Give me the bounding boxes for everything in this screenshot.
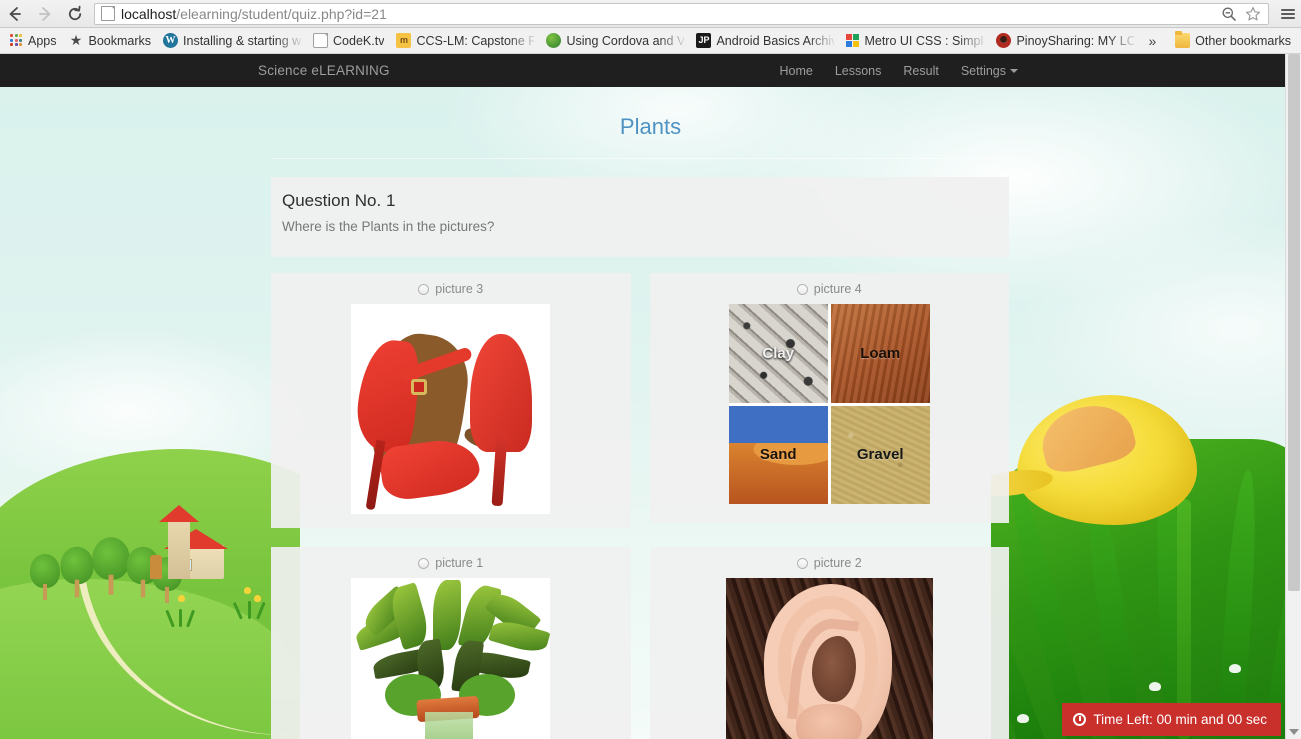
status-badge-time-left: Time Left: 00 min and 00 sec bbox=[1062, 703, 1281, 736]
bookmark-metro-ui-css[interactable]: Metro UI CSS : Simple bbox=[840, 30, 990, 52]
bookmark-using-cordova[interactable]: Using Cordova and Vi bbox=[540, 30, 690, 52]
quiz-page: Science eLEARNING Home Lessons Result Se… bbox=[0, 54, 1301, 739]
bookmark-ccs-lm-capstone[interactable]: m CCS-LM: Capstone Pro bbox=[390, 30, 540, 52]
soil-quadrant-sand: Sand bbox=[728, 405, 828, 504]
bookmark-pinoysharing[interactable]: PinoySharing: MY LOV bbox=[990, 30, 1140, 52]
page-icon bbox=[101, 6, 115, 21]
bookmark-bookmarks[interactable]: ★ Bookmarks bbox=[63, 30, 158, 52]
bookmarks-bar: Apps ★ Bookmarks W Installing & starting… bbox=[0, 28, 1301, 54]
page-scrollbar[interactable] bbox=[1285, 54, 1301, 739]
choice-image-potted-croton-plant[interactable] bbox=[351, 578, 551, 739]
choice-image-human-ear-closeup[interactable] bbox=[725, 578, 933, 739]
bookmark-apps[interactable]: Apps bbox=[4, 30, 63, 52]
scroll-down-arrow-icon[interactable] bbox=[1289, 729, 1299, 735]
choice-label-picture-1[interactable]: picture 1 bbox=[418, 556, 483, 570]
reload-icon[interactable] bbox=[60, 0, 90, 28]
soil-quadrant-loam: Loam bbox=[830, 304, 930, 403]
nav-link-result[interactable]: Result bbox=[903, 64, 938, 78]
question-panel: Question No. 1 Where is the Plants in th… bbox=[271, 177, 1009, 257]
question-number: Question No. 1 bbox=[282, 191, 396, 210]
question-text: Where is the Plants in the pictures? bbox=[282, 219, 495, 234]
bookmark-other-bookmarks[interactable]: Other bookmarks bbox=[1169, 30, 1297, 52]
radio-button-picture-2[interactable] bbox=[796, 557, 808, 569]
zoom-out-icon[interactable] bbox=[1218, 4, 1240, 24]
metro-tiles-icon bbox=[846, 34, 860, 47]
choices-grid: picture 3 picture 4 Clay Loam Sand Grave… bbox=[271, 273, 1009, 739]
forward-arrow-icon[interactable] bbox=[30, 0, 60, 28]
address-bar[interactable]: localhost/elearning/student/quiz.php?id=… bbox=[94, 2, 1269, 25]
choice-label-picture-2[interactable]: picture 2 bbox=[796, 556, 862, 570]
choice-card-picture-4[interactable]: picture 4 Clay Loam Sand Gravel bbox=[649, 273, 1009, 523]
bookmark-codektv[interactable]: CodeK.tv bbox=[307, 30, 390, 52]
choices-row-2: picture 1 picture 2 bbox=[271, 547, 1009, 739]
page-title: Plants bbox=[619, 114, 682, 139]
nav-link-settings[interactable]: Settings bbox=[961, 64, 1018, 78]
title-divider bbox=[271, 158, 1009, 159]
bookmark-installing-starting[interactable]: W Installing & starting w bbox=[157, 30, 307, 52]
radio-button-picture-3[interactable] bbox=[418, 283, 430, 295]
time-left-text: Time Left: 00 min and 00 sec bbox=[1093, 712, 1267, 727]
choice-card-picture-1[interactable]: picture 1 bbox=[271, 547, 631, 739]
star-icon[interactable] bbox=[1242, 4, 1264, 24]
radio-button-picture-1[interactable] bbox=[418, 557, 430, 569]
url-text: localhost/elearning/student/quiz.php?id=… bbox=[121, 5, 387, 22]
chevron-down-icon bbox=[1010, 69, 1018, 74]
choice-label-picture-3[interactable]: picture 3 bbox=[418, 282, 483, 296]
nav-link-lessons[interactable]: Lessons bbox=[835, 64, 882, 78]
site-brand[interactable]: Science eLEARNING bbox=[258, 63, 390, 78]
site-navbar: Science eLEARNING Home Lessons Result Se… bbox=[0, 54, 1301, 87]
pinoysharing-icon bbox=[996, 33, 1012, 48]
bookmark-android-basics[interactable]: JP Android Basics Archiv bbox=[690, 30, 840, 52]
choice-label-picture-4[interactable]: picture 4 bbox=[796, 282, 862, 296]
soil-quadrant-clay: Clay bbox=[728, 304, 828, 403]
nav-link-home[interactable]: Home bbox=[779, 64, 812, 78]
page-viewport: Science eLEARNING Home Lessons Result Se… bbox=[0, 54, 1301, 739]
choices-row-1: picture 3 picture 4 Clay Loam Sand Grave… bbox=[271, 273, 1009, 528]
jp-icon: JP bbox=[696, 33, 712, 48]
site-nav-links: Home Lessons Result Settings bbox=[779, 64, 1018, 78]
cordova-icon bbox=[546, 33, 562, 48]
ccs-icon: m bbox=[396, 33, 412, 48]
wordpress-icon: W bbox=[163, 33, 179, 48]
scrollbar-thumb[interactable] bbox=[1288, 54, 1300, 591]
choice-card-picture-2[interactable]: picture 2 bbox=[649, 547, 1009, 739]
browser-toolbar: localhost/elearning/student/quiz.php?id=… bbox=[0, 0, 1301, 28]
bookmarks-overflow-button[interactable]: » bbox=[1140, 33, 1164, 49]
folder-icon bbox=[1175, 31, 1191, 48]
back-arrow-icon[interactable] bbox=[0, 0, 30, 28]
page-icon bbox=[313, 33, 329, 48]
soil-quadrant-gravel: Gravel bbox=[830, 405, 930, 504]
choice-image-red-high-heel-shoes[interactable] bbox=[351, 304, 551, 514]
clock-icon bbox=[1073, 713, 1087, 726]
radio-button-picture-4[interactable] bbox=[796, 283, 808, 295]
hamburger-menu-icon[interactable] bbox=[1275, 0, 1301, 28]
choice-image-soil-types-quadrant[interactable]: Clay Loam Sand Gravel bbox=[728, 304, 930, 504]
apps-grid-icon bbox=[10, 34, 23, 47]
star-icon: ★ bbox=[69, 32, 83, 48]
choice-card-picture-3[interactable]: picture 3 bbox=[271, 273, 631, 528]
